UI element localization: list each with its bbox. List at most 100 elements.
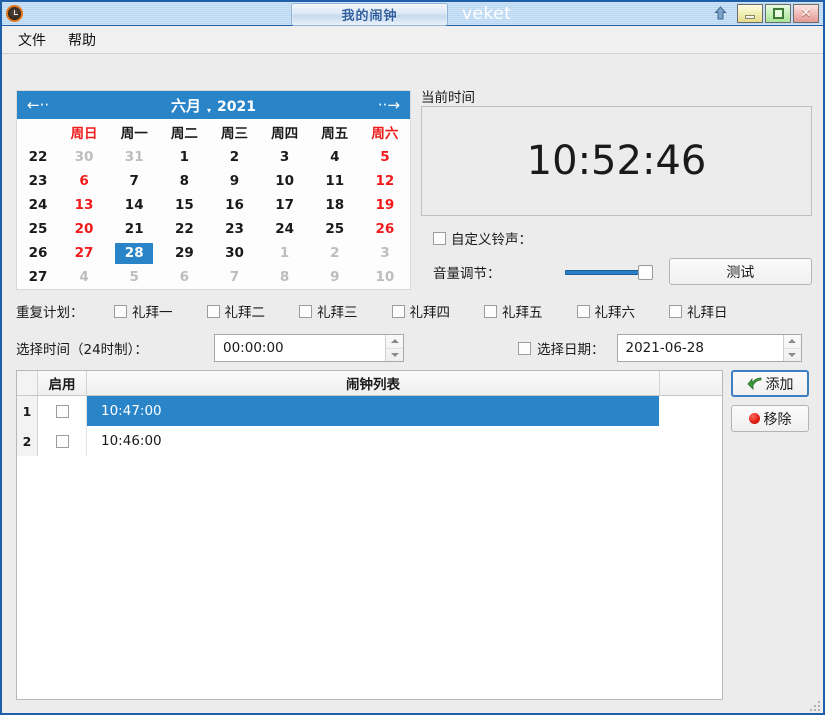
time-spinner[interactable]: 00:00:00 [214,334,404,362]
maximize-button[interactable] [765,4,791,23]
calendar-day-cell[interactable]: 30 [209,241,259,265]
calendar-day-cell[interactable]: 18 [310,193,360,217]
calendar-day-cell[interactable]: 6 [159,265,209,289]
calendar-day-cell[interactable]: 9 [209,169,259,193]
calendar-day-cell[interactable]: 15 [159,193,209,217]
calendar-day-cell[interactable]: 26 [360,217,410,241]
alarm-list-table[interactable]: 启用 闹钟列表 1 10:47:00 2 10:46:00 [16,370,723,700]
calendar-day-cell[interactable]: 1 [159,145,209,169]
calendar-day-cell[interactable]: 10 [260,169,310,193]
repeat-day-wed[interactable]: 礼拜三 [299,301,358,321]
calendar-day-label: 22 [174,220,194,237]
repeat-checkbox-thu[interactable] [391,304,405,318]
calendar-day-cell[interactable]: 10 [360,265,410,289]
menu-item-file[interactable]: 文件 [14,28,50,52]
calendar-day-cell[interactable]: 5 [109,265,159,289]
volume-slider-handle[interactable] [637,264,653,280]
repeat-checkbox-wed[interactable] [299,304,312,318]
alarm-list-header-title[interactable]: 闹钟列表 [87,371,660,395]
volume-slider[interactable] [564,263,655,281]
window-title-tab[interactable]: 我的闹钟 [291,3,448,26]
alarm-enable-checkbox[interactable] [55,404,69,418]
alarm-enable-checkbox[interactable] [55,434,69,448]
calendar-day-cell[interactable]: 25 [310,217,360,241]
calendar-body: 22 30 31 1 2 3 4 5 23 6 7 8 9 10 11 12 24 13 14 15 16 17 18 19 2… [17,145,410,289]
menu-item-help[interactable]: 帮助 [64,28,100,52]
close-button[interactable]: ✕ [793,4,819,23]
title-bar[interactable]: 我的闹钟 veket ✕ [2,2,823,26]
calendar-day-cell[interactable]: 29 [159,241,209,265]
calendar-day-cell[interactable]: 28 [109,241,159,265]
calendar-day-cell[interactable]: 3 [360,241,410,265]
repeat-checkbox-mon[interactable] [114,304,127,318]
calendar-day-cell[interactable]: 24 [260,217,310,241]
repeat-checkbox-sun[interactable] [669,304,682,318]
time-spinner-value[interactable]: 00:00:00 [215,340,385,356]
calendar-day-cell[interactable]: 4 [59,265,109,289]
repeat-day-sun[interactable]: 礼拜日 [669,301,728,321]
minimize-button[interactable] [737,4,763,23]
date-spinner-value[interactable]: 2021-06-28 [618,340,783,356]
remove-alarm-button[interactable]: 移除 [731,405,809,432]
calendar-day-cell[interactable]: 4 [310,145,360,169]
calendar-day-cell[interactable]: 7 [109,169,159,193]
calendar-day-cell[interactable]: 21 [109,217,159,241]
calendar-day-cell[interactable]: 13 [59,193,109,217]
calendar-day-cell[interactable]: 14 [109,193,159,217]
alarm-list-header-enable[interactable]: 启用 [38,371,87,395]
test-sound-button[interactable]: 测试 [668,258,812,285]
date-spinner[interactable]: 2021-06-28 [616,334,802,362]
calendar-day-cell[interactable]: 17 [260,193,310,217]
custom-ringtone-checkbox[interactable] [433,231,446,245]
calendar-day-cell[interactable]: 2 [209,145,259,169]
calendar-day-cell[interactable]: 30 [59,145,109,169]
repeat-checkbox-tue[interactable] [206,304,220,318]
chevron-down-icon[interactable]: ▾ [207,106,211,115]
calendar-day-cell[interactable]: 31 [109,145,159,169]
calendar-day-cell[interactable]: 8 [159,169,209,193]
calendar-day-cell[interactable]: 23 [209,217,259,241]
calendar-day-cell[interactable]: 7 [209,265,259,289]
calendar-day-cell[interactable]: 19 [360,193,410,217]
resize-grip[interactable] [806,697,820,711]
calendar-day-cell[interactable]: 1 [260,241,310,265]
repeat-day-sat[interactable]: 礼拜六 [576,301,635,321]
calendar-day-cell[interactable]: 27 [59,241,109,265]
table-row[interactable]: 2 10:46:00 [17,426,722,456]
calendar-day-cell[interactable]: 22 [159,217,209,241]
date-spinner-down-button[interactable] [784,349,801,362]
repeat-day-fri[interactable]: 礼拜五 [484,301,543,321]
calendar-day-cell[interactable]: 20 [59,217,109,241]
alarm-time-cell[interactable]: 10:46:00 [87,426,659,456]
calendar-day-cell[interactable]: 12 [360,169,410,193]
main-content: ←·· 六月 ▾ 2021 ··→ 周日 周一 周二 周三 周四 周五 周六 2… [2,54,823,713]
calendar-day-cell[interactable]: 3 [260,145,310,169]
calendar-day-cell[interactable]: 5 [360,145,410,169]
calendar-day-cell[interactable]: 9 [310,265,360,289]
time-spinner-up-button[interactable] [386,335,403,349]
calendar-day-cell[interactable]: 16 [209,193,259,217]
select-date-checkbox[interactable] [518,341,531,355]
repeat-checkbox-sat[interactable] [576,304,590,318]
calendar-next-month-button[interactable]: ··→ [378,97,400,113]
calendar-month-label[interactable]: 六月 [171,95,201,116]
repeat-day-tue[interactable]: 礼拜二 [206,301,265,321]
table-row[interactable]: 1 10:47:00 [17,396,722,426]
add-alarm-button[interactable]: 添加 [731,370,809,397]
calendar-day-cell[interactable]: 8 [260,265,310,289]
time-spinner-down-button[interactable] [386,349,403,362]
alarm-time-cell[interactable]: 10:47:00 [87,396,659,426]
calendar-year-label[interactable]: 2021 [217,99,256,115]
calendar-widget[interactable]: ←·· 六月 ▾ 2021 ··→ 周日 周一 周二 周三 周四 周五 周六 2… [16,90,411,290]
calendar-day-cell[interactable]: 11 [310,169,360,193]
calendar-day-cell[interactable]: 2 [310,241,360,265]
calendar-prev-month-button[interactable]: ←·· [27,97,49,113]
day-header-wed: 周三 [220,126,248,142]
repeat-day-thu[interactable]: 礼拜四 [391,301,450,321]
repeat-checkbox-fri[interactable] [484,304,497,318]
alarm-clock-icon[interactable] [3,3,25,25]
roll-up-arrow-icon[interactable] [712,5,728,23]
date-spinner-up-button[interactable] [783,335,801,349]
calendar-day-cell[interactable]: 6 [59,169,109,193]
repeat-day-mon[interactable]: 礼拜一 [114,301,173,321]
